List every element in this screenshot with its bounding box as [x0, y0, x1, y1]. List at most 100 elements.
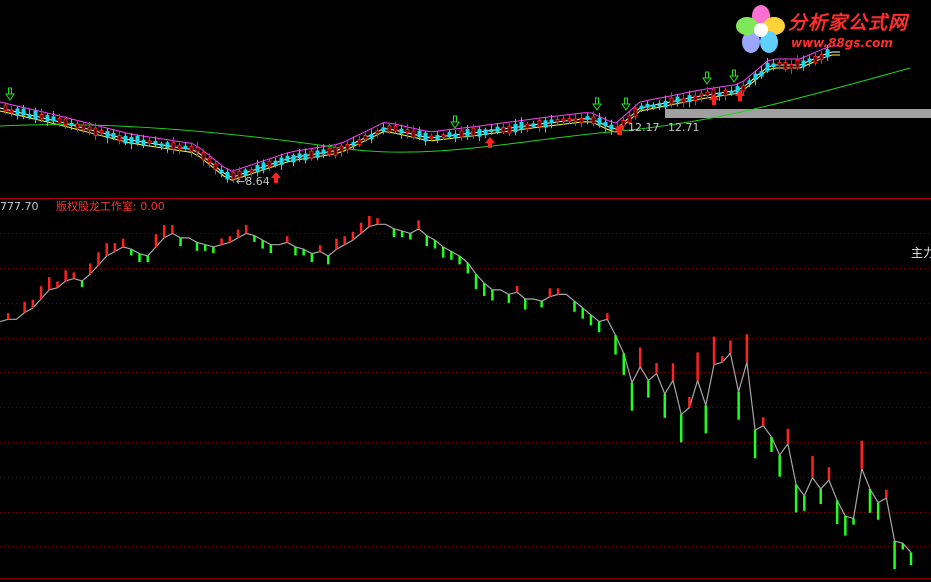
indicator-gridlines [0, 233, 931, 547]
candle-body-63 [381, 127, 386, 132]
flower-logo-icon [736, 5, 785, 53]
candle-body-128 [771, 63, 776, 68]
candle-body-66 [399, 128, 404, 134]
candle-body-78 [471, 127, 476, 136]
candle-body-59 [357, 139, 362, 146]
candle-body-106 [639, 105, 644, 110]
candle-body-50 [303, 153, 308, 161]
candle-body-64 [387, 125, 392, 133]
ma-magenta-line [0, 45, 840, 172]
candle-body-24 [147, 140, 152, 144]
candle-body-55 [333, 146, 338, 156]
candle-body-111 [669, 97, 674, 105]
candle-body-114 [687, 95, 692, 103]
candle-body-10 [63, 118, 68, 126]
candle-body-28 [171, 142, 176, 150]
candle-body-26 [159, 143, 164, 147]
candle-body-30 [183, 145, 188, 150]
candle-body-112 [675, 96, 680, 103]
sell-arrow-icon-4 [702, 71, 712, 85]
candle-body-65 [393, 125, 398, 132]
sell-arrow-icon-5 [729, 69, 739, 83]
candle-body-133 [801, 60, 806, 67]
candle-body-35 [213, 163, 218, 170]
candle-body-125 [753, 73, 758, 81]
candle-body-15 [93, 127, 98, 137]
candle-body-105 [633, 107, 638, 117]
stock-chart-canvas[interactable] [0, 0, 931, 582]
candle-body-90 [543, 120, 548, 128]
candle-body-13 [81, 124, 86, 131]
candle-body-129 [777, 62, 782, 67]
candle-body-88 [531, 123, 536, 127]
candle-body-72 [435, 134, 440, 140]
candle-body-51 [309, 150, 314, 159]
candle-body-121 [729, 90, 734, 95]
candle-body-113 [681, 98, 686, 103]
candle-body-27 [165, 142, 170, 149]
candle-body-22 [135, 135, 140, 144]
logo-name: 分析家公式网 [788, 12, 909, 34]
candle-body-95 [573, 118, 578, 122]
candle-body-98 [591, 116, 596, 125]
candle-body-46 [279, 157, 284, 165]
candle-body-62 [375, 130, 380, 134]
candle-body-83 [501, 126, 506, 133]
candle-body-86 [519, 121, 524, 130]
candle-body-61 [369, 134, 374, 140]
buy-arrow-icon-0 [271, 172, 281, 183]
candle-body-85 [513, 123, 518, 133]
candle-body-32 [195, 146, 200, 153]
candle-body-36 [219, 169, 224, 174]
candle-body-43 [261, 162, 266, 171]
candle-body-87 [525, 123, 530, 129]
candle-body-117 [705, 91, 710, 97]
site-logo: 分析家公式网 www.88gs.com [733, 2, 929, 58]
candle-body-93 [561, 118, 566, 122]
candle-body-56 [339, 145, 344, 153]
candle-body-17 [105, 130, 110, 139]
candle-body-120 [723, 89, 728, 97]
candle-body-109 [657, 102, 662, 107]
candle-body-58 [351, 141, 356, 146]
candle-body-53 [321, 149, 326, 155]
candle-body-29 [177, 144, 182, 150]
candle-body-92 [555, 119, 560, 123]
candle-body-99 [597, 117, 602, 125]
candle-body-91 [549, 119, 554, 124]
candle-body-100 [603, 121, 608, 127]
candle-body-48 [291, 155, 296, 163]
candle-body-2 [15, 108, 20, 117]
low-price-label: ←8.64 [236, 175, 270, 188]
candle-body-131 [789, 63, 794, 69]
main-force-label: 主力 [911, 246, 931, 260]
candle-body-25 [153, 140, 158, 146]
candle-body-67 [405, 129, 410, 134]
candle-body-54 [327, 147, 332, 155]
candle-body-70 [423, 132, 428, 142]
candle-body-23 [141, 139, 146, 146]
candle-body-75 [453, 133, 458, 139]
candle-body-60 [363, 134, 368, 141]
price-panel [0, 44, 931, 184]
candle-body-16 [99, 130, 104, 134]
candle-body-119 [717, 92, 722, 97]
candle-body-103 [621, 120, 626, 127]
logo-url: www.88gs.com [791, 36, 893, 50]
candle-body-21 [129, 136, 134, 145]
candle-body-79 [477, 128, 482, 137]
candle-body-0 [3, 104, 8, 111]
candle-body-80 [483, 129, 488, 136]
axis-top-value: 777.70 [0, 200, 39, 213]
price-label-a: 12.17 [628, 121, 660, 134]
candle-body-11 [69, 122, 74, 126]
candle-body-108 [651, 104, 656, 108]
candle-body-45 [273, 160, 278, 167]
candle-body-4 [27, 114, 32, 118]
candle-body-34 [207, 157, 212, 164]
candle-body-1 [9, 109, 14, 114]
candle-body-37 [225, 171, 230, 180]
indicator-title: 版权股龙工作室: 0.00 [56, 200, 165, 213]
candle-body-116 [699, 93, 704, 97]
candle-body-73 [441, 134, 446, 138]
